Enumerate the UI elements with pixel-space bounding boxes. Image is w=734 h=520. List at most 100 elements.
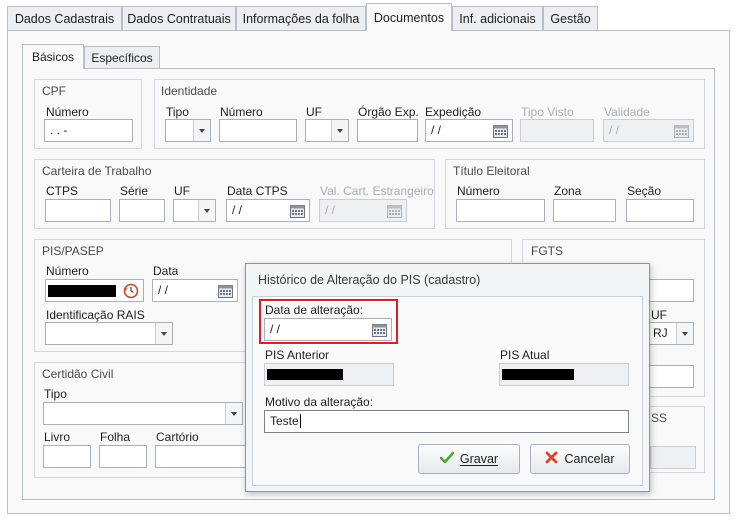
identidade-validade-label: Validade (604, 105, 650, 119)
motivo-input[interactable]: Teste (264, 410, 629, 433)
subtab-basicos[interactable]: Básicos (22, 44, 84, 69)
partial-group-title: SS (651, 411, 668, 425)
dropdown-arrow-icon[interactable] (155, 323, 172, 344)
titulo-numero-label: Número (457, 184, 500, 198)
identidade-tipo-select[interactable] (165, 119, 211, 142)
ctps-title: Carteira de Trabalho (42, 164, 152, 178)
calendar-icon[interactable] (491, 121, 510, 140)
certidao-cartorio-label: Cartório (156, 430, 199, 444)
calendar-icon[interactable] (216, 281, 235, 300)
titulo-numero-input[interactable] (456, 199, 545, 222)
pis-history-dialog: Histórico de Alteração do PIS (cadastro)… (245, 263, 650, 492)
dropdown-arrow-icon[interactable] (676, 323, 693, 344)
partial-group-field (650, 446, 696, 469)
ctps-serie-label: Série (120, 184, 149, 198)
cancelar-button[interactable]: Cancelar (530, 444, 630, 474)
pis-rais-select[interactable] (45, 322, 173, 345)
identidade-orgao-label: Órgão Exp. (358, 105, 419, 119)
tab-dados-cadastrais[interactable]: Dados Cadastrais (7, 6, 122, 30)
cancelar-label: Cancelar (564, 452, 615, 466)
tab-documentos[interactable]: Documentos (366, 3, 452, 31)
motivo-value: Teste (270, 414, 299, 428)
calendar-icon[interactable] (288, 201, 307, 220)
certidao-folha-input[interactable] (99, 445, 147, 468)
certidao-tipo-select[interactable] (43, 402, 243, 425)
ctps-data-input[interactable]: / / (226, 199, 310, 222)
dropdown-arrow-icon[interactable] (225, 403, 242, 424)
tab-inf-adicionais[interactable]: Inf. adicionais (452, 6, 543, 30)
tab-label: Dados Contratuais (127, 11, 231, 26)
tab-label: Gestão (550, 11, 591, 26)
cancel-x-icon (545, 451, 558, 467)
fgts-uf-label: UF (651, 308, 667, 322)
calendar-icon (385, 201, 404, 220)
identidade-expedicao-input[interactable]: / / (425, 119, 513, 142)
tab-gestao[interactable]: Gestão (543, 6, 598, 30)
titulo-secao-input[interactable] (626, 199, 694, 222)
ctps-uf-label: UF (174, 184, 190, 198)
pis-anterior-label: PIS Anterior (265, 348, 330, 362)
data-alteracao-input[interactable]: / / (264, 318, 392, 341)
ctps-data-label: Data CTPS (227, 184, 288, 198)
titulo-zona-label: Zona (554, 184, 582, 198)
certidao-title: Certidão Civil (42, 367, 114, 381)
certidao-livro-label: Livro (44, 430, 71, 444)
date-value: / / (431, 123, 442, 137)
calendar-icon[interactable] (370, 320, 389, 339)
redacted-value (48, 285, 116, 297)
ctps-val-input: / / (319, 199, 407, 222)
identidade-title: Identidade (161, 84, 218, 98)
subtab-label: Específicos (91, 50, 153, 65)
select-value: RJ (653, 326, 668, 340)
dropdown-arrow-icon[interactable] (198, 200, 215, 221)
certidao-livro-input[interactable] (43, 445, 91, 468)
date-value: / / (270, 322, 281, 336)
date-value: / / (325, 203, 336, 217)
ctps-serie-input[interactable] (119, 199, 165, 222)
subtab-especificos[interactable]: Específicos (84, 46, 160, 68)
pis-numero-input[interactable] (45, 279, 144, 302)
fgts-title: FGTS (531, 244, 563, 258)
date-value: / / (232, 203, 243, 217)
identidade-validade-input: / / (603, 119, 694, 142)
cpf-numero-input[interactable]: . . - (44, 119, 133, 142)
titulo-title: Título Eleitoral (453, 164, 530, 178)
dropdown-arrow-icon[interactable] (331, 120, 348, 141)
gravar-button[interactable]: Gravar (418, 444, 520, 474)
cpf-title: CPF (42, 84, 66, 98)
pis-rais-label: Identificação RAIS (46, 308, 145, 322)
pis-data-input[interactable]: / / (152, 279, 238, 302)
pis-atual-field (499, 363, 629, 386)
pis-title: PIS/PASEP (42, 244, 104, 258)
calendar-icon (672, 121, 691, 140)
redacted-value (502, 369, 574, 380)
titulo-secao-label: Seção (627, 184, 662, 198)
tab-informacoes-folha[interactable]: Informações da folha (236, 6, 366, 30)
history-icon[interactable] (122, 282, 140, 300)
identidade-numero-input[interactable] (219, 119, 297, 142)
identidade-uf-select[interactable] (305, 119, 349, 142)
ctps-uf-select[interactable] (173, 199, 216, 222)
ctps-input[interactable] (45, 199, 111, 222)
data-alteracao-label: Data de alteração: (265, 303, 364, 317)
fgts-uf-select[interactable]: RJ (648, 322, 694, 345)
identidade-tipo-label: Tipo (166, 105, 189, 119)
subtab-label: Básicos (31, 50, 75, 64)
date-value: / / (158, 283, 169, 297)
check-icon (439, 451, 455, 467)
dropdown-arrow-icon[interactable] (193, 120, 210, 141)
identidade-tipo-visto-input (520, 119, 594, 142)
text-cursor (299, 414, 301, 428)
identidade-uf-label: UF (306, 105, 322, 119)
cpf-numero-label: Número (46, 105, 89, 119)
certidao-cartorio-input[interactable] (155, 445, 249, 468)
tab-label: Documentos (373, 10, 445, 25)
tab-dados-contratuais[interactable]: Dados Contratuais (122, 6, 236, 30)
titulo-zona-input[interactable] (553, 199, 616, 222)
ctps-label: CTPS (46, 184, 79, 198)
identidade-orgao-input[interactable] (357, 119, 418, 142)
tab-label: Dados Cadastrais (14, 11, 115, 26)
pis-anterior-field (264, 363, 394, 386)
identidade-expedicao-label: Expedição (425, 105, 482, 119)
pis-atual-label: PIS Atual (500, 348, 550, 362)
